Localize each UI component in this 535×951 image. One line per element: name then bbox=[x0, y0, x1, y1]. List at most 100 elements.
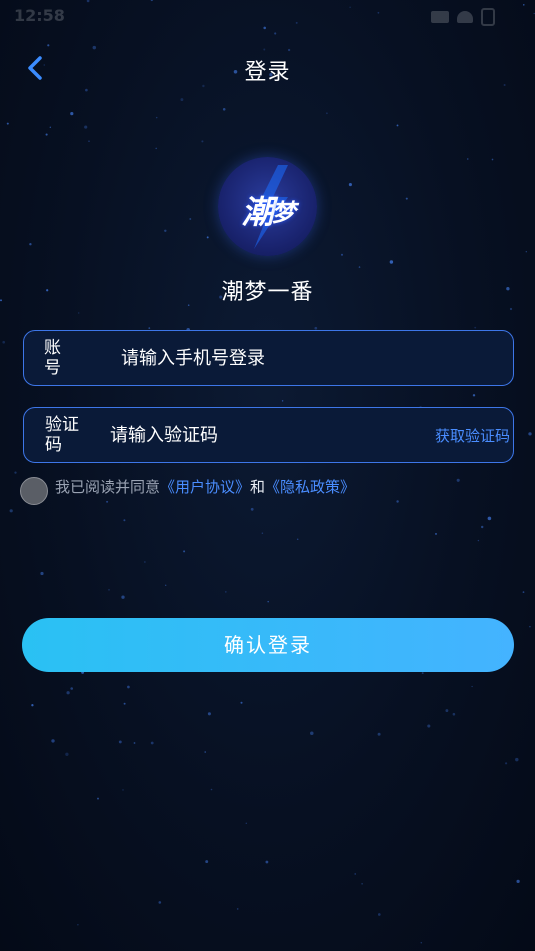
logo-main-char: 潮 bbox=[241, 193, 273, 231]
star-dot bbox=[121, 595, 125, 599]
star-dot bbox=[207, 712, 211, 716]
user-agreement-link[interactable]: 《用户协议》 bbox=[160, 478, 250, 496]
agreement-and: 和 bbox=[250, 478, 266, 496]
signal-icon bbox=[431, 11, 449, 23]
star-dot bbox=[474, 326, 477, 329]
page-title: 登录 bbox=[244, 60, 291, 85]
star-dot bbox=[150, 741, 154, 745]
star-dot bbox=[467, 158, 469, 160]
star-dot bbox=[108, 589, 110, 591]
star-dot bbox=[487, 516, 492, 521]
star-dot bbox=[133, 742, 136, 744]
star-dot bbox=[310, 731, 314, 735]
star-dot bbox=[516, 879, 520, 884]
star-dot bbox=[477, 539, 480, 542]
star-dot bbox=[14, 471, 17, 474]
star-dot bbox=[201, 140, 204, 143]
star-dot bbox=[66, 691, 70, 695]
star-dot bbox=[155, 116, 158, 119]
star-dot bbox=[326, 112, 328, 115]
star-dot bbox=[84, 125, 88, 129]
star-dot bbox=[505, 762, 508, 765]
star-dot bbox=[155, 147, 157, 150]
star-dot bbox=[240, 701, 243, 704]
star-dot bbox=[118, 740, 122, 744]
star-dot bbox=[250, 507, 254, 511]
star-dot bbox=[127, 685, 130, 689]
account-label: 账号 bbox=[44, 338, 61, 378]
star-dot bbox=[40, 571, 44, 576]
star-dot bbox=[2, 340, 5, 344]
phone-input[interactable] bbox=[121, 345, 491, 371]
star-dot bbox=[31, 704, 34, 707]
star-dot bbox=[51, 739, 55, 743]
app-logo: 潮梦 bbox=[218, 157, 317, 256]
star-dot bbox=[49, 126, 51, 128]
star-dot bbox=[224, 590, 227, 593]
star-dot bbox=[6, 122, 9, 125]
agreement-prefix: 我已阅读并同意 bbox=[55, 478, 161, 496]
status-bar: 12:58 bbox=[0, 0, 535, 34]
star-dot bbox=[435, 532, 437, 535]
account-field: 账号 bbox=[23, 330, 514, 386]
star-dot bbox=[122, 789, 124, 791]
star-dot bbox=[421, 672, 424, 675]
star-dot bbox=[123, 702, 126, 705]
star-dot bbox=[361, 882, 363, 885]
star-dot bbox=[354, 873, 356, 875]
star-dot bbox=[165, 584, 167, 586]
star-dot bbox=[206, 236, 209, 239]
star-dot bbox=[70, 687, 74, 690]
star-dot bbox=[77, 924, 79, 926]
star-dot bbox=[515, 757, 519, 762]
star-dot bbox=[389, 260, 394, 264]
code-field: 验证码 获取验证码 bbox=[23, 407, 514, 463]
star-dot bbox=[65, 752, 69, 756]
star-dot bbox=[158, 901, 162, 904]
star-dot bbox=[420, 941, 423, 944]
verification-code-input[interactable] bbox=[110, 422, 410, 448]
nav-bar: 登录 bbox=[0, 44, 535, 94]
star-dot bbox=[529, 625, 531, 628]
agreement-row: 我已阅读并同意《用户协议》和《隐私政策》 bbox=[20, 474, 515, 508]
star-dot bbox=[267, 600, 269, 603]
star-dot bbox=[528, 432, 532, 436]
app-name: 潮梦一番 bbox=[221, 280, 314, 305]
star-dot bbox=[452, 712, 456, 716]
star-dot bbox=[265, 860, 269, 864]
star-dot bbox=[509, 307, 513, 311]
confirm-login-button[interactable]: 确认登录 bbox=[22, 618, 514, 672]
star-dot bbox=[405, 197, 408, 200]
star-dot bbox=[144, 561, 146, 563]
status-time: 12:58 bbox=[14, 6, 65, 25]
star-dot bbox=[29, 243, 32, 246]
wifi-icon bbox=[457, 11, 473, 23]
star-dot bbox=[210, 788, 213, 791]
agreement-text: 我已阅读并同意《用户协议》和《隐私政策》 bbox=[55, 476, 355, 497]
star-dot bbox=[340, 253, 344, 256]
star-dot bbox=[472, 394, 476, 397]
star-dot bbox=[222, 108, 226, 111]
star-dot bbox=[123, 519, 126, 522]
star-dot bbox=[377, 913, 381, 916]
star-dot bbox=[97, 797, 99, 800]
privacy-policy-link[interactable]: 《隐私政策》 bbox=[265, 478, 355, 496]
star-dot bbox=[445, 709, 449, 713]
battery-icon bbox=[481, 8, 495, 26]
star-dot bbox=[70, 111, 74, 116]
agree-checkbox[interactable] bbox=[20, 477, 48, 505]
star-dot bbox=[180, 98, 184, 102]
star-dot bbox=[236, 908, 239, 910]
star-dot bbox=[204, 751, 206, 753]
status-icons bbox=[431, 8, 495, 26]
logo-text: 潮梦 bbox=[218, 187, 317, 233]
star-dot bbox=[480, 525, 484, 529]
star-dot bbox=[427, 724, 431, 728]
star-dot bbox=[88, 140, 90, 142]
get-code-button[interactable]: 获取验证码 bbox=[435, 425, 510, 446]
star-dot bbox=[148, 327, 151, 329]
star-dot bbox=[164, 229, 167, 233]
logo-small-char: 梦 bbox=[271, 199, 296, 227]
star-dot bbox=[261, 532, 264, 535]
star-dot bbox=[471, 685, 473, 688]
